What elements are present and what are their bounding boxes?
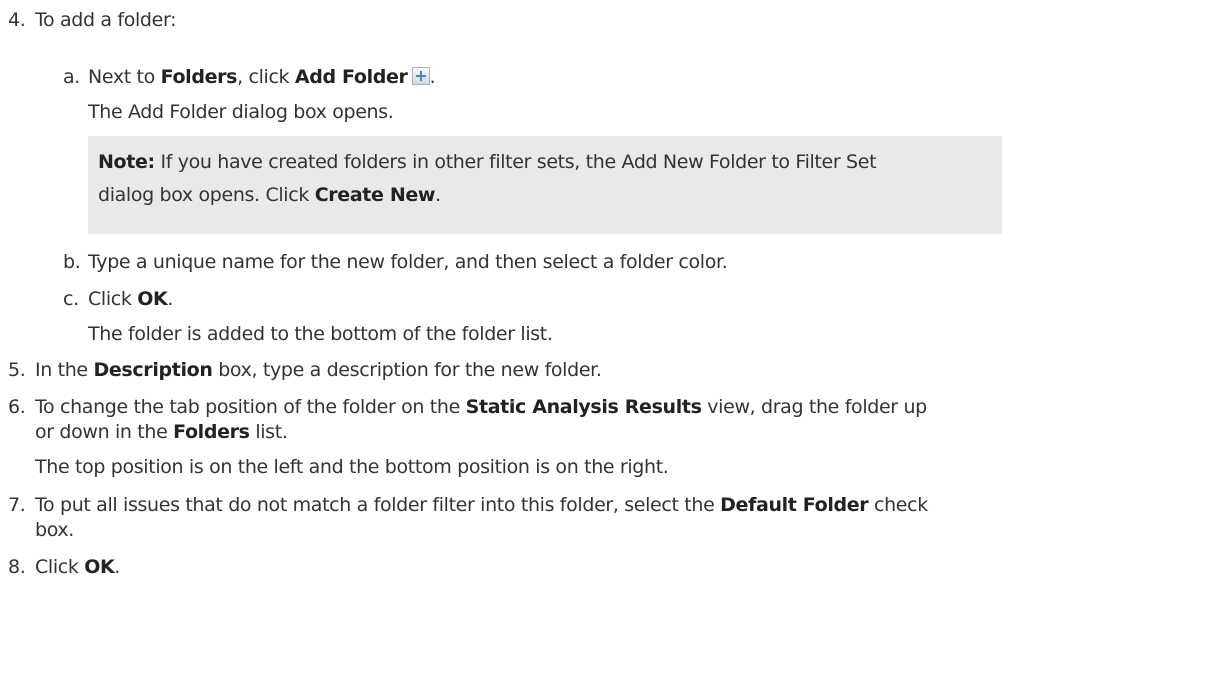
note-box: Note: If you have created folders in oth… bbox=[88, 136, 1002, 234]
text-run: . bbox=[429, 66, 436, 88]
procedure-page: 4. To add a folder: a. Next to Folders, … bbox=[0, 0, 1215, 691]
text-run: check bbox=[868, 494, 928, 516]
text-run: dialog box opens. Click bbox=[98, 184, 315, 206]
substep-letter: c. bbox=[63, 288, 79, 310]
step-7-continuation: box. bbox=[35, 519, 74, 541]
text-run: view, drag the folder up bbox=[701, 396, 927, 418]
substep-result: The Add Folder dialog box opens. bbox=[88, 101, 394, 123]
ok-label: OK bbox=[84, 556, 115, 578]
step-text: To change the tab position of the folder… bbox=[35, 395, 927, 419]
step-text: Click OK. bbox=[35, 555, 120, 579]
substep-letter: b. bbox=[63, 251, 81, 273]
text-run: Click bbox=[35, 556, 85, 578]
text-run: . bbox=[167, 288, 174, 310]
text-run: list. bbox=[249, 421, 288, 443]
text-run: box, type a description for the new fold… bbox=[212, 359, 602, 381]
substep-text: Type a unique name for the new folder, a… bbox=[88, 251, 728, 273]
substep-letter: a. bbox=[63, 66, 80, 88]
step-result: The top position is on the left and the … bbox=[35, 456, 669, 478]
step-number: 4. bbox=[8, 9, 26, 31]
text-run: To put all issues that do not match a fo… bbox=[35, 494, 721, 516]
step-number: 6. bbox=[8, 396, 26, 418]
step-number: 8. bbox=[8, 556, 26, 578]
static-analysis-results-label: Static Analysis Results bbox=[465, 396, 702, 418]
create-new-label: Create New bbox=[314, 184, 436, 206]
step-text: To add a folder: bbox=[35, 9, 177, 31]
text-run: Next to bbox=[88, 66, 161, 88]
text-run: , click bbox=[237, 66, 295, 88]
note-line-1: Note: If you have created folders in oth… bbox=[98, 150, 877, 174]
folders-label: Folders bbox=[173, 421, 250, 443]
ok-label: OK bbox=[137, 288, 168, 310]
substep-text: Next to Folders, click Add Folder. bbox=[88, 65, 436, 89]
text-run: In the bbox=[35, 359, 94, 381]
note-line-2: dialog box opens. Click Create New. bbox=[98, 183, 441, 207]
text-run: . bbox=[435, 184, 441, 206]
text-run: . bbox=[114, 556, 121, 578]
step-text: In the Description box, type a descripti… bbox=[35, 358, 602, 382]
description-label: Description bbox=[93, 359, 213, 381]
step-text: To put all issues that do not match a fo… bbox=[35, 493, 928, 517]
step-number: 5. bbox=[8, 359, 26, 381]
substep-text: Click OK. bbox=[88, 287, 173, 311]
step-6-continuation: or down in the Folders list. bbox=[35, 420, 288, 444]
add-folder-label: Add Folder bbox=[294, 66, 408, 88]
text-run: If you have created folders in other fil… bbox=[154, 151, 877, 173]
substep-result: The folder is added to the bottom of the… bbox=[88, 323, 553, 345]
default-folder-label: Default Folder bbox=[720, 494, 869, 516]
text-run: Click bbox=[88, 288, 138, 310]
step-number: 7. bbox=[8, 494, 26, 516]
text-run: or down in the bbox=[35, 421, 174, 443]
add-folder-icon bbox=[411, 67, 430, 85]
text-run: To change the tab position of the folder… bbox=[35, 396, 466, 418]
folders-label: Folders bbox=[160, 66, 238, 88]
note-label: Note: bbox=[98, 151, 155, 173]
